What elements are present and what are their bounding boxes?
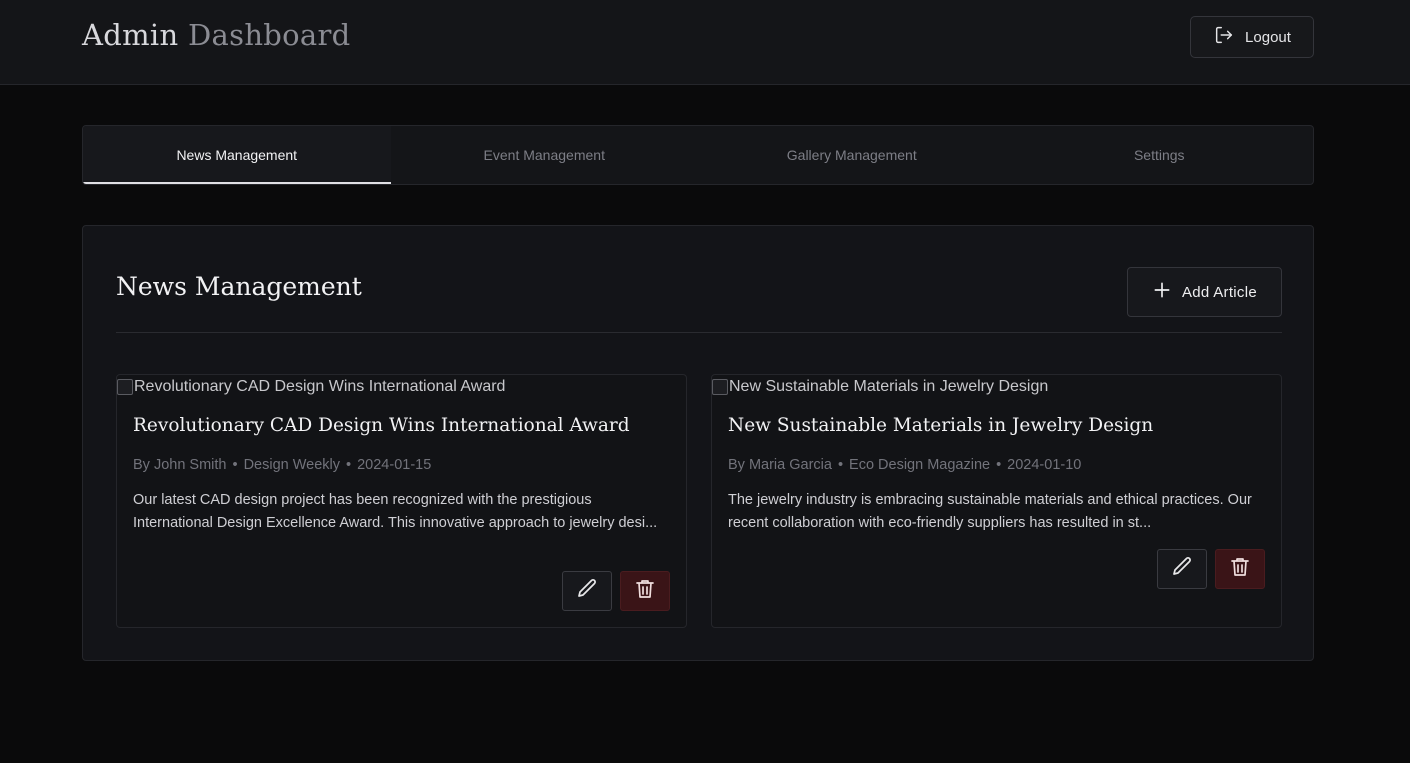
- divider: [116, 332, 1282, 333]
- tab-label: News Management: [176, 147, 298, 163]
- edit-button[interactable]: [1157, 549, 1207, 589]
- article-source: Design Weekly: [243, 457, 341, 473]
- app-title-word-1: Admin: [82, 18, 179, 52]
- article-author: By Maria Garcia: [728, 457, 832, 473]
- tab-gallery-management[interactable]: Gallery Management: [698, 126, 1006, 184]
- article-date: 2024-01-10: [1007, 457, 1082, 473]
- article-actions: [1157, 549, 1265, 589]
- meta-separator: •: [996, 457, 1002, 473]
- logout-icon: [1213, 24, 1235, 50]
- meta-separator: •: [837, 457, 844, 473]
- logout-button[interactable]: Logout: [1190, 16, 1314, 58]
- article-excerpt: The jewelry industry is embracing sustai…: [728, 492, 1252, 531]
- article-card: Revolutionary CAD Design Wins Internatio…: [116, 374, 687, 628]
- delete-button[interactable]: [1215, 549, 1265, 589]
- meta-separator: •: [346, 457, 352, 473]
- article-meta: By Maria Garcia • Eco Design Magazine • 2024…: [728, 457, 1081, 473]
- article-excerpt: Our latest CAD design project has been r…: [133, 492, 658, 531]
- trash-icon: [1228, 555, 1252, 584]
- pencil-icon: [575, 577, 599, 606]
- article-image: Revolutionary CAD Design Wins Internatio…: [117, 375, 505, 399]
- tab-bar: News Management Event Management Gallery…: [82, 125, 1314, 185]
- add-article-label: Add Article: [1181, 283, 1257, 301]
- trash-icon: [633, 577, 657, 606]
- app-title: Admin Dashboard: [82, 18, 351, 52]
- tab-news-management[interactable]: News Management: [83, 126, 391, 184]
- section-title: News Management: [116, 272, 362, 301]
- tab-settings[interactable]: Settings: [1006, 126, 1314, 184]
- tab-event-management[interactable]: Event Management: [391, 126, 699, 184]
- article-date: 2024-01-15: [357, 457, 432, 473]
- meta-separator: •: [232, 457, 238, 473]
- tab-label: Settings: [1133, 147, 1185, 163]
- delete-button[interactable]: [620, 571, 670, 611]
- article-actions: [562, 571, 670, 611]
- article-title: New Sustainable Materials in Jewelry Des…: [728, 415, 1154, 436]
- tab-label: Event Management: [483, 147, 605, 163]
- article-title: Revolutionary CAD Design Wins Internatio…: [133, 415, 630, 436]
- edit-button[interactable]: [562, 571, 612, 611]
- article-image: New Sustainable Materials in Jewelry Des…: [712, 375, 1048, 399]
- add-article-button[interactable]: Add Article: [1127, 267, 1282, 317]
- plus-icon: [1152, 280, 1172, 304]
- news-management-panel: News Management Add Article Revolutionar…: [82, 225, 1314, 661]
- article-card: New Sustainable Materials in Jewelry Des…: [711, 374, 1282, 628]
- broken-image-icon: [712, 379, 728, 395]
- logout-label: Logout: [1245, 28, 1291, 46]
- article-source: Eco Design Magazine: [849, 457, 991, 473]
- article-author: By John Smith: [133, 457, 227, 473]
- broken-image-icon: [117, 379, 133, 395]
- pencil-icon: [1170, 555, 1194, 584]
- top-header: Admin Dashboard Logout: [0, 0, 1410, 85]
- tab-label: Gallery Management: [786, 147, 917, 163]
- article-meta: By John Smith • Design Weekly • 2024-01-15: [133, 457, 431, 473]
- article-image-alt: New Sustainable Materials in Jewelry Des…: [729, 378, 1049, 395]
- article-image-alt: Revolutionary CAD Design Wins Internatio…: [134, 378, 506, 395]
- app-title-word-2: Dashboard: [188, 18, 351, 52]
